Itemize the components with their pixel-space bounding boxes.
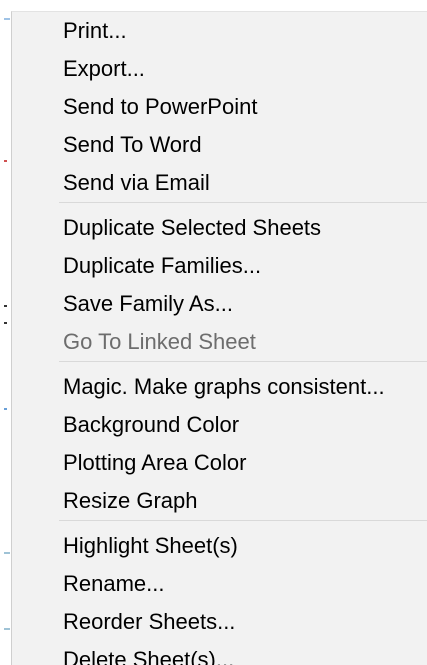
menu-item-send-via-email[interactable]: Send via Email: [63, 164, 210, 202]
menu-item-send-to-powerpoint[interactable]: Send to PowerPoint: [63, 88, 257, 126]
screen: Print... Export... Send to PowerPoint Se…: [0, 0, 427, 665]
background-fragment: [4, 160, 7, 162]
menu-item-duplicate-selected-sheets[interactable]: Duplicate Selected Sheets: [63, 209, 321, 247]
menu-item-export[interactable]: Export...: [63, 50, 145, 88]
menu-item-go-to-linked-sheet: Go To Linked Sheet: [63, 329, 256, 354]
menu-item-reorder-sheets[interactable]: Reorder Sheets...: [63, 603, 235, 641]
menu-item-send-to-word[interactable]: Send To Word: [63, 126, 202, 164]
background-fragment: [4, 305, 7, 307]
menu-item-print[interactable]: Print...: [63, 12, 127, 50]
background-fragment: [4, 628, 10, 630]
menu-separator: [59, 520, 427, 521]
menu-item-plotting-area-color[interactable]: Plotting Area Color: [63, 444, 246, 482]
background-fragment: [4, 408, 7, 410]
menu-item-save-family-as[interactable]: Save Family As...: [63, 285, 233, 323]
menu-item-highlight-sheets[interactable]: Highlight Sheet(s): [63, 527, 238, 565]
menu-item-delete-sheets[interactable]: Delete Sheet(s)...: [63, 641, 234, 665]
background-fragment: [4, 552, 10, 554]
background-fragment: [4, 322, 7, 324]
menu-item-resize-graph[interactable]: Resize Graph: [63, 482, 198, 520]
context-menu: Print... Export... Send to PowerPoint Se…: [11, 11, 427, 665]
menu-item-duplicate-families[interactable]: Duplicate Families...: [63, 247, 261, 285]
menu-item-rename[interactable]: Rename...: [63, 565, 165, 603]
menu-separator: [59, 202, 427, 203]
background-fragment: [4, 18, 10, 20]
menu-item-background-color[interactable]: Background Color: [63, 406, 239, 444]
menu-item-magic-make-graphs-consistent[interactable]: Magic. Make graphs consistent...: [63, 368, 385, 406]
menu-separator: [59, 361, 427, 362]
